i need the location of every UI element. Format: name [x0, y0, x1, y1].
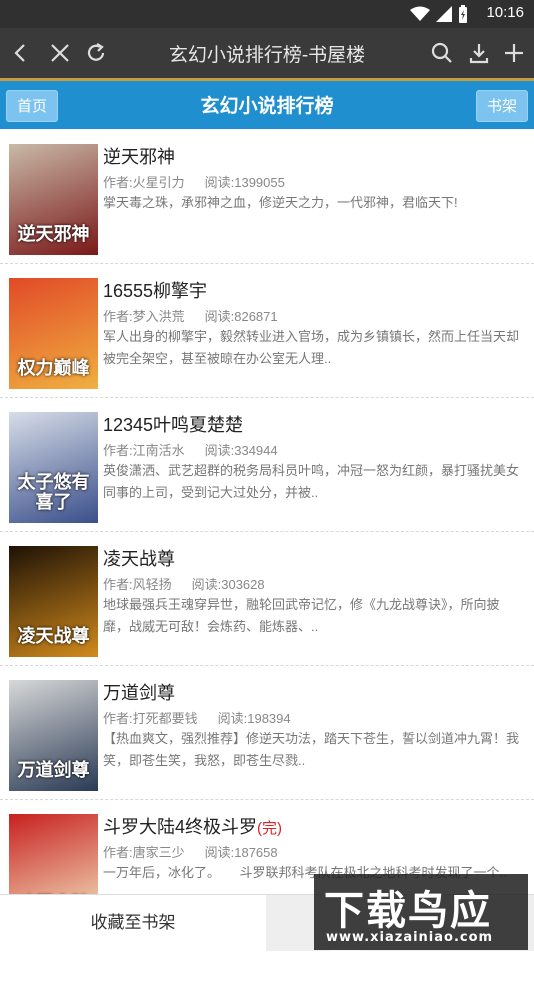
- book-read-count: 阅读:1399055: [204, 175, 285, 190]
- search-icon[interactable]: [429, 40, 455, 66]
- book-cover-title: 太子悠有喜了: [17, 472, 90, 513]
- watermark-url: www.xiazainiao.com: [326, 930, 494, 945]
- book-description: 地球最强兵王魂穿异世，融轮回武帝记忆，修《九龙战尊诀》，所向披靡，战威无可敌！会…: [103, 597, 500, 634]
- book-author: 作者:江南活水: [103, 443, 185, 458]
- book-description: 掌天毒之珠，承邪神之血，修逆天之力，一代邪神，君临天下!: [103, 195, 458, 210]
- book-read-count: 阅读:826871: [204, 309, 278, 324]
- book-cover-image[interactable]: 凌天战尊: [9, 546, 98, 657]
- status-time: 10:16: [486, 4, 524, 21]
- book-meta: 作者:江南活水 阅读:334944: [103, 440, 278, 459]
- book-cover-title: 权力巅峰: [17, 358, 90, 379]
- book-list-item[interactable]: 权力巅峰 16555柳擎宇作者:梦入洪荒 阅读:826871 军人出身的柳擎宇，毅然转…: [0, 263, 534, 398]
- book-title-text: 凌天战尊: [103, 549, 175, 569]
- status-bar: 10:16: [0, 0, 534, 28]
- book-cover-title: 凌天战尊: [17, 626, 90, 647]
- book-read-count: 阅读:198394: [217, 711, 291, 726]
- book-status-badge: (完): [257, 820, 283, 837]
- page-header: 首页 玄幻小说排行榜 书架: [0, 81, 534, 129]
- book-list-item[interactable]: 凌天战尊 凌天战尊 作者:风轻扬 阅读:303628 地球最强兵王魂穿异世，融轮回武帝记…: [0, 531, 534, 666]
- book-cover-image[interactable]: 太子悠有喜了: [9, 412, 98, 523]
- book-read-count: 阅读:334944: [204, 443, 278, 458]
- page-title: 玄幻小说排行榜: [200, 95, 334, 117]
- book-cover-image[interactable]: 权力巅峰: [9, 278, 98, 389]
- book-list-item[interactable]: 太子悠有喜了 12345叶鸣夏楚楚作者:江南活水 阅读:334944 英俊潇洒、武艺超…: [0, 397, 534, 532]
- book-title[interactable]: 逆天邪神: [103, 143, 175, 169]
- book-title[interactable]: 凌天战尊: [103, 545, 175, 571]
- book-meta: 作者:打死都要钱 阅读:198394: [103, 708, 291, 727]
- book-title-text: 12345叶鸣夏楚楚: [103, 415, 244, 435]
- download-icon[interactable]: [466, 40, 492, 66]
- add-to-bookshelf-button[interactable]: 收藏至书架: [0, 895, 266, 951]
- book-meta: 作者:风轻扬 阅读:303628: [103, 574, 265, 593]
- home-button[interactable]: 首页: [6, 90, 59, 122]
- book-cover-title: 逆天邪神: [17, 224, 90, 245]
- book-title-text: 16555柳擎宇: [103, 281, 208, 301]
- book-description: 军人出身的柳擎宇，毅然转业进入官场，成为乡镇镇长，然而上任当天却被完全架空，甚至…: [103, 329, 519, 366]
- back-icon[interactable]: [8, 40, 34, 66]
- book-list-item[interactable]: 万道剑尊 万道剑尊 作者:打死都要钱 阅读:198394 【热血爽文，强烈推荐】修逆天功…: [0, 665, 534, 800]
- watermark: 下载鸟应用 www.xiazainiao.com: [314, 874, 528, 992]
- book-author: 作者:风轻扬: [103, 577, 172, 592]
- add-icon[interactable]: [501, 40, 527, 66]
- toolbar-title: 玄幻小说排行榜-书屋楼: [168, 45, 366, 66]
- status-icons: [410, 4, 468, 24]
- bookshelf-button[interactable]: 书架: [475, 90, 528, 122]
- book-description: 【热血爽文，强烈推荐】修逆天功法，踏天下苍生，誓以剑道冲九霄！我笑，即苍生笑，我…: [103, 731, 519, 768]
- book-author: 作者:火星引力: [103, 175, 185, 190]
- book-list-item[interactable]: 逆天邪神 逆天邪神 作者:火星引力 阅读:1399055 掌天毒之珠，承邪神之血，修逆天…: [0, 129, 534, 264]
- book-title-text: 斗罗大陆4终极斗罗: [103, 817, 258, 837]
- book-title[interactable]: 万道剑尊: [103, 679, 175, 705]
- book-cover-title: 万道剑尊: [17, 760, 90, 781]
- book-title[interactable]: 斗罗大陆4终极斗罗(完): [103, 813, 282, 839]
- book-author: 作者:梦入洪荒: [103, 309, 185, 324]
- book-description: 英俊潇洒、武艺超群的税务局科员叶鸣，冲冠一怒为红颜，暴打骚扰美女同事的上司，受到…: [103, 463, 519, 500]
- book-title-text: 万道剑尊: [103, 683, 175, 703]
- close-icon[interactable]: [47, 40, 73, 66]
- book-title[interactable]: 12345叶鸣夏楚楚: [103, 411, 243, 437]
- book-title[interactable]: 16555柳擎宇: [103, 277, 207, 303]
- book-cover-image[interactable]: 逆天邪神: [9, 144, 98, 255]
- book-meta: 作者:火星引力 阅读:1399055: [103, 172, 285, 191]
- book-author: 作者:唐家三少: [103, 845, 185, 860]
- refresh-icon[interactable]: [83, 40, 109, 66]
- book-meta: 作者:梦入洪荒 阅读:826871: [103, 306, 278, 325]
- book-cover-image[interactable]: 斗罗大陆: [9, 814, 98, 894]
- book-author: 作者:打死都要钱: [103, 711, 198, 726]
- book-cover-image[interactable]: 万道剑尊: [9, 680, 98, 791]
- book-read-count: 阅读:187658: [204, 845, 278, 860]
- wifi-icon: [410, 6, 430, 21]
- book-meta: 作者:唐家三少 阅读:187658: [103, 842, 278, 861]
- book-list: 逆天邪神 逆天邪神 作者:火星引力 阅读:1399055 掌天毒之珠，承邪神之血，修逆天…: [0, 129, 534, 894]
- signal-icon: [436, 6, 452, 22]
- book-read-count: 阅读:303628: [191, 577, 265, 592]
- book-title-text: 逆天邪神: [103, 147, 175, 167]
- browser-toolbar: 玄幻小说排行榜-书屋楼: [0, 28, 534, 81]
- battery-icon: [459, 5, 467, 23]
